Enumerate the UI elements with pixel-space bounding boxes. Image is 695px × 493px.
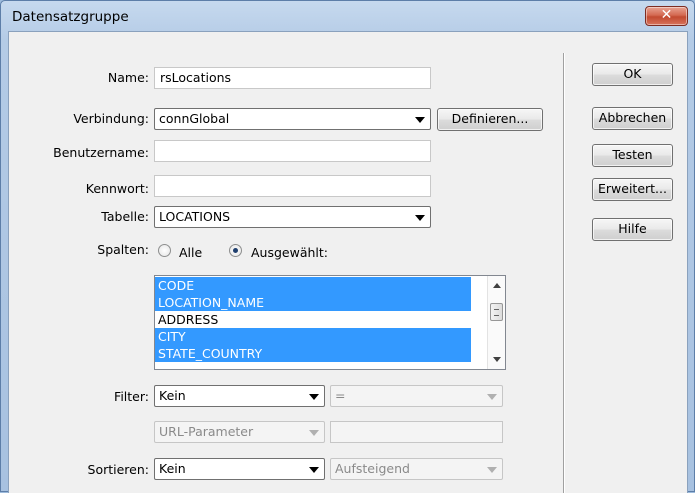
- table-value: LOCATIONS: [159, 209, 231, 224]
- radio-selected-label: Ausgewählt:: [251, 245, 329, 260]
- close-button[interactable]: ✕: [645, 6, 688, 26]
- sort-column-value: Kein: [159, 461, 186, 476]
- scroll-up-icon[interactable]: [493, 283, 501, 288]
- cancel-button[interactable]: Abbrechen: [592, 107, 673, 130]
- chevron-down-icon: [309, 430, 319, 436]
- filter-column-value: Kein: [159, 388, 186, 403]
- test-button[interactable]: Testen: [592, 144, 673, 167]
- columns-listbox[interactable]: CODE LOCATION_NAME ADDRESS CITY STATE_CO…: [154, 275, 506, 370]
- name-field[interactable]: rsLocations: [154, 67, 431, 89]
- ok-button[interactable]: OK: [592, 63, 673, 86]
- filter-column-select[interactable]: Kein: [154, 385, 325, 407]
- connection-select[interactable]: connGlobal: [154, 108, 431, 130]
- list-item[interactable]: CITY: [155, 328, 471, 345]
- dialog-body: Name: rsLocations Verbindung: connGlobal…: [8, 31, 688, 493]
- radio-all-label: Alle: [179, 245, 203, 260]
- listbox-scrollbar[interactable]: [487, 276, 505, 369]
- chevron-down-icon: [487, 467, 497, 473]
- username-field[interactable]: [154, 140, 431, 162]
- scroll-down-icon[interactable]: [493, 357, 501, 362]
- connection-value: connGlobal: [159, 111, 230, 126]
- sort-column-select[interactable]: Kein: [154, 458, 325, 480]
- filter-operator-select[interactable]: =: [330, 385, 503, 407]
- filter-label: Filter:: [114, 389, 149, 404]
- vertical-divider: [563, 53, 565, 493]
- list-item[interactable]: CODE: [155, 277, 471, 294]
- name-label: Name:: [107, 70, 149, 85]
- filter-source-select[interactable]: URL-Parameter: [154, 421, 325, 443]
- scroll-thumb[interactable]: [490, 303, 503, 321]
- dialog-window: Datensatzgruppe ✕ Name: rsLocations Verb…: [0, 0, 695, 493]
- list-item[interactable]: LOCATION_NAME: [155, 294, 471, 311]
- username-label: Benutzername:: [53, 145, 149, 160]
- chevron-down-icon: [487, 394, 497, 400]
- table-select[interactable]: LOCATIONS: [154, 206, 431, 228]
- sort-direction-value: Aufsteigend: [335, 461, 410, 476]
- password-field[interactable]: [154, 175, 431, 197]
- dialog-title: Datensatzgruppe: [12, 9, 129, 25]
- list-item[interactable]: ADDRESS: [155, 311, 471, 328]
- title-bar[interactable]: Datensatzgruppe ✕: [1, 1, 694, 35]
- radio-selected[interactable]: [229, 244, 242, 257]
- advanced-button[interactable]: Erweitert...: [592, 178, 673, 201]
- filter-operator-value: =: [335, 388, 346, 403]
- filter-source-value: URL-Parameter: [159, 424, 254, 439]
- chevron-down-icon: [415, 117, 425, 123]
- filter-value-field[interactable]: [330, 421, 503, 443]
- columns-label: Spalten:: [97, 242, 149, 257]
- chevron-down-icon: [309, 467, 319, 473]
- table-label: Tabelle:: [101, 209, 149, 224]
- help-button[interactable]: Hilfe: [592, 218, 673, 241]
- connection-label: Verbindung:: [73, 111, 149, 126]
- close-icon: ✕: [660, 7, 673, 23]
- define-button[interactable]: Definieren...: [437, 108, 543, 131]
- list-item[interactable]: STATE_COUNTRY: [155, 345, 471, 362]
- radio-all[interactable]: [158, 244, 171, 257]
- password-label: Kennwort:: [85, 181, 149, 196]
- chevron-down-icon: [415, 215, 425, 221]
- sort-label: Sortieren:: [87, 462, 149, 477]
- chevron-down-icon: [309, 394, 319, 400]
- sort-direction-select[interactable]: Aufsteigend: [330, 458, 503, 480]
